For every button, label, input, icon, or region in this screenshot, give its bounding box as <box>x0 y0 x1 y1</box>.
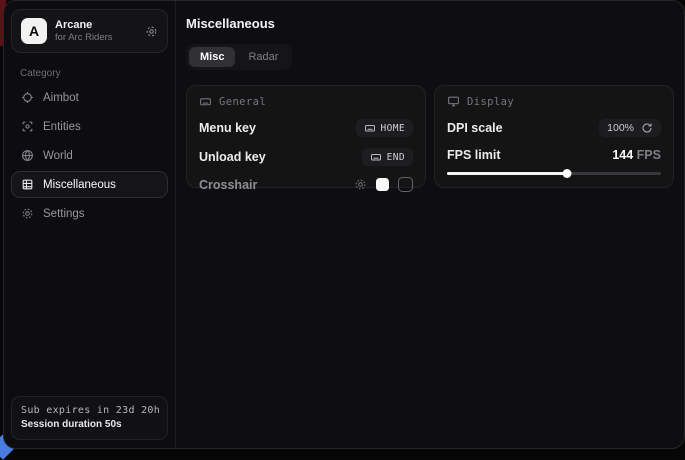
fps-limit-unit: FPS <box>633 148 661 162</box>
fps-limit-value: 144 <box>612 148 633 162</box>
card-title: General <box>219 96 266 108</box>
dpi-scale-row: DPI scale 100% <box>447 119 661 137</box>
brand-name: Arcane <box>55 19 137 32</box>
sidebar-item-label: World <box>43 150 73 162</box>
sidebar-nav: Aimbot Entities World <box>11 84 168 227</box>
brand-subtitle: for Arc Riders <box>55 32 137 44</box>
settings-cards: General Menu key HOME Unload key <box>186 85 674 188</box>
fps-limit-row: FPS limit 144 FPS <box>447 148 661 162</box>
tab-radar[interactable]: Radar <box>237 47 289 67</box>
crosshair-icon <box>21 91 34 104</box>
keyboard-icon <box>199 95 212 108</box>
spinner-gear-icon[interactable] <box>145 25 158 38</box>
sidebar-item-settings[interactable]: Settings <box>11 200 168 227</box>
crosshair-row: Crosshair <box>199 177 413 192</box>
sidebar-item-world[interactable]: World <box>11 142 168 169</box>
crosshair-settings-gear-icon[interactable] <box>354 178 367 191</box>
general-card: General Menu key HOME Unload key <box>186 85 426 188</box>
page-title: Miscellaneous <box>186 16 674 31</box>
keyboard-icon <box>364 122 376 134</box>
sidebar-item-label: Aimbot <box>43 92 79 104</box>
grid-icon <box>21 178 34 191</box>
crosshair-color-swatch[interactable] <box>376 178 389 191</box>
sub-expires-text: Sub expires in 23d 20h <box>21 404 158 418</box>
sidebar-item-label: Miscellaneous <box>43 179 116 191</box>
sidebar-item-label: Entities <box>43 121 81 133</box>
fps-limit-label: FPS limit <box>447 148 500 162</box>
slider-thumb[interactable] <box>562 169 571 178</box>
menu-key-value: HOME <box>381 123 405 134</box>
unload-key-label: Unload key <box>199 150 266 164</box>
keyboard-icon <box>370 151 382 163</box>
card-title: Display <box>467 96 514 108</box>
monitor-icon <box>447 95 460 108</box>
menu-key-row: Menu key HOME <box>199 119 413 137</box>
subscription-card: Sub expires in 23d 20h Session duration … <box>11 396 168 440</box>
menu-key-bind-button[interactable]: HOME <box>356 119 413 137</box>
gear-icon <box>21 207 34 220</box>
sidebar-item-entities[interactable]: Entities <box>11 113 168 140</box>
dpi-scale-value: 100% <box>607 122 634 134</box>
sidebar: A Arcane for Arc Riders Category <box>4 1 176 448</box>
unload-key-value: END <box>387 152 405 163</box>
app-logo: A <box>21 18 47 44</box>
sidebar-item-miscellaneous[interactable]: Miscellaneous <box>11 171 168 198</box>
refresh-icon[interactable] <box>641 122 653 134</box>
display-card: Display DPI scale 100% FPS limit <box>434 85 674 188</box>
sidebar-item-label: Settings <box>43 208 85 220</box>
dpi-scale-label: DPI scale <box>447 121 503 135</box>
fps-limit-slider[interactable] <box>447 170 661 177</box>
sidebar-item-aimbot[interactable]: Aimbot <box>11 84 168 111</box>
unload-key-row: Unload key END <box>199 148 413 166</box>
brand-card: A Arcane for Arc Riders <box>11 9 168 53</box>
crosshair-checkbox[interactable] <box>398 177 413 192</box>
tab-misc[interactable]: Misc <box>189 47 235 67</box>
tab-group: Misc Radar <box>186 44 292 70</box>
slider-fill <box>447 172 567 175</box>
crosshair-label: Crosshair <box>199 178 257 192</box>
main-panel: Miscellaneous Misc Radar General Menu ke… <box>176 1 685 448</box>
category-label: Category <box>20 68 168 79</box>
menu-key-label: Menu key <box>199 121 256 135</box>
dpi-scale-control[interactable]: 100% <box>599 119 661 137</box>
app-window: A Arcane for Arc Riders Category <box>3 0 685 449</box>
globe-icon <box>21 149 34 162</box>
session-duration-text: Session duration 50s <box>21 418 158 432</box>
scan-icon <box>21 120 34 133</box>
unload-key-bind-button[interactable]: END <box>362 148 413 166</box>
